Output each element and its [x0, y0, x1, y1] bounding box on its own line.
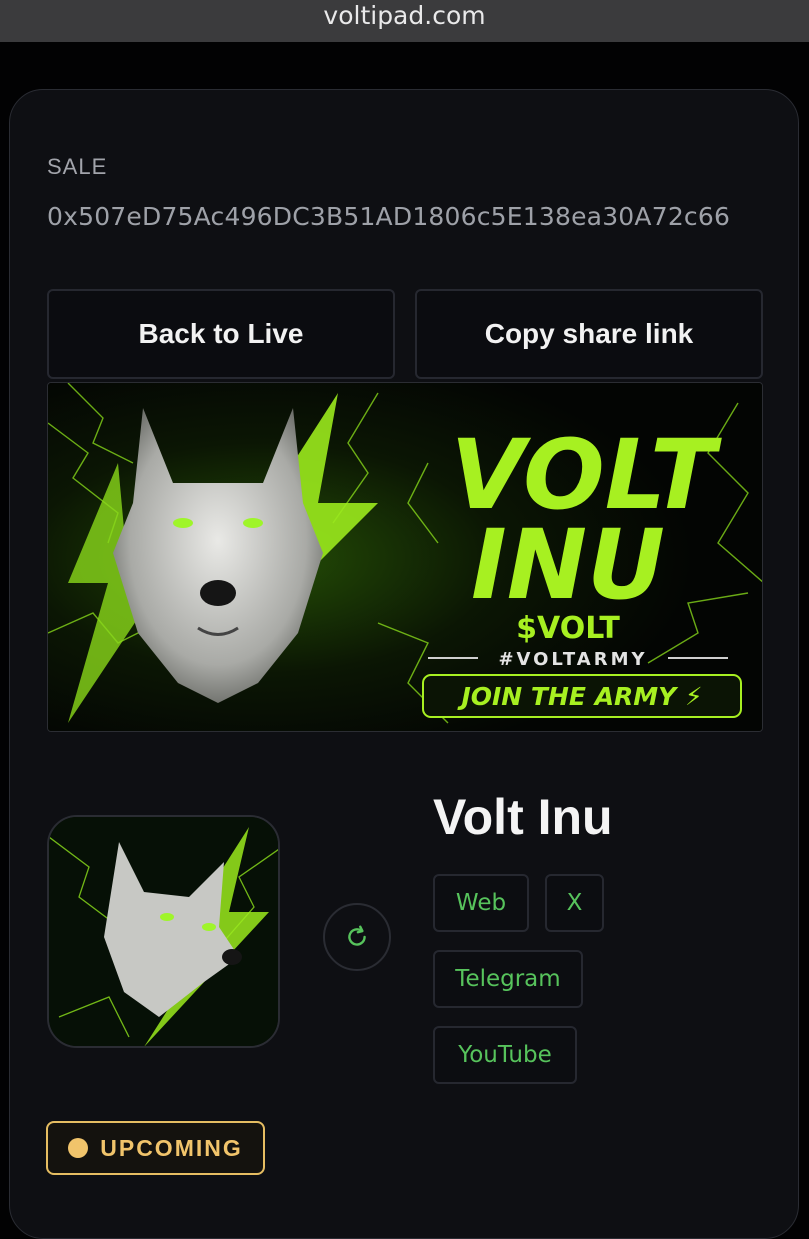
youtube-link-button[interactable]: YouTube [433, 1026, 577, 1084]
token-avatar [47, 815, 280, 1048]
x-link-button[interactable]: X [545, 874, 604, 932]
token-banner-image: VOLT INU $VOLT #VOLTARMY JOIN THE ARMY ⚡ [47, 382, 763, 732]
banner-hashtag: #VOLTARMY [498, 649, 647, 670]
sale-card: SALE 0x507eD75Ac496DC3B51AD1806c5E138ea3… [9, 89, 799, 1239]
browser-url-bar[interactable]: voltipad.com [0, 0, 809, 42]
refresh-icon [348, 925, 366, 946]
web-link-button[interactable]: Web [433, 874, 529, 932]
banner-artwork: VOLT INU $VOLT #VOLTARMY JOIN THE ARMY ⚡ [48, 383, 762, 731]
copy-share-link-button[interactable]: Copy share link [415, 289, 763, 379]
sale-label: SALE [47, 154, 108, 179]
banner-ticker: $VOLT [516, 611, 620, 646]
sale-contract-address: 0x507eD75Ac496DC3B51AD1806c5E138ea30A72c… [47, 202, 731, 231]
banner-cta: JOIN THE ARMY ⚡ [456, 682, 702, 711]
wolf-avatar-artwork [49, 817, 278, 1046]
banner-title-line2: INU [471, 509, 665, 621]
telegram-link-button[interactable]: Telegram [433, 950, 583, 1008]
status-dot-icon [68, 1138, 89, 1158]
refresh-button[interactable] [323, 903, 391, 971]
sale-status-badge: UPCOMING [46, 1121, 265, 1175]
status-label: UPCOMING [100, 1134, 243, 1161]
token-name: Volt Inu [433, 789, 613, 845]
back-to-live-button[interactable]: Back to Live [47, 289, 395, 379]
